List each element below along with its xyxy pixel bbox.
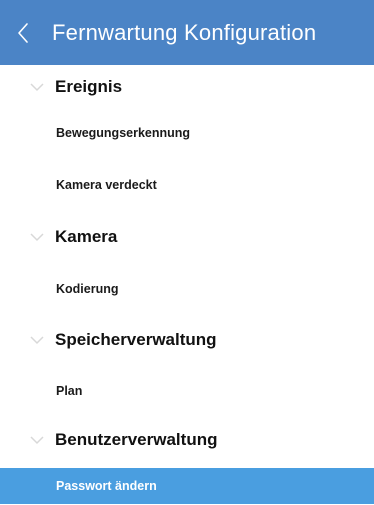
- section-header-benutzerverwaltung[interactable]: Benutzerverwaltung: [0, 418, 374, 462]
- menu-item-label: Kodierung: [56, 282, 119, 296]
- back-button[interactable]: [0, 0, 46, 65]
- section-label: Ereignis: [55, 77, 123, 96]
- section-label: Kamera: [55, 227, 118, 246]
- menu-item-label: Passwort ändern: [56, 479, 157, 493]
- menu-item-label: Plan: [56, 384, 83, 398]
- section-header-speicherverwaltung[interactable]: Speicherverwaltung: [0, 318, 374, 362]
- menu-item-label: Kamera verdeckt: [56, 178, 157, 192]
- settings-list: Ereignis Bewegungserkennung Kamera verde…: [0, 65, 374, 505]
- menu-item-kodierung[interactable]: Kodierung: [0, 271, 374, 307]
- menu-item-bewegungserkennung[interactable]: Bewegungserkennung: [0, 115, 374, 151]
- chevron-down-icon: [30, 436, 44, 445]
- section-header-ereignis[interactable]: Ereignis: [0, 65, 374, 109]
- section-label: Speicherverwaltung: [55, 330, 217, 349]
- menu-item-label: Bewegungserkennung: [56, 126, 191, 140]
- app-header: Fernwartung Konfiguration: [0, 0, 374, 65]
- menu-item-kamera-verdeckt[interactable]: Kamera verdeckt: [0, 167, 374, 203]
- chevron-down-icon: [30, 233, 44, 242]
- section-label: Benutzerverwaltung: [55, 430, 218, 449]
- chevron-down-icon: [30, 83, 44, 92]
- menu-item-passwort-aendern[interactable]: Passwort ändern: [0, 468, 374, 504]
- section-header-kamera[interactable]: Kamera: [0, 215, 374, 259]
- chevron-down-icon: [30, 336, 44, 345]
- page-title: Fernwartung Konfiguration: [52, 19, 317, 45]
- chevron-left-icon: [18, 22, 28, 43]
- menu-item-plan[interactable]: Plan: [0, 373, 374, 409]
